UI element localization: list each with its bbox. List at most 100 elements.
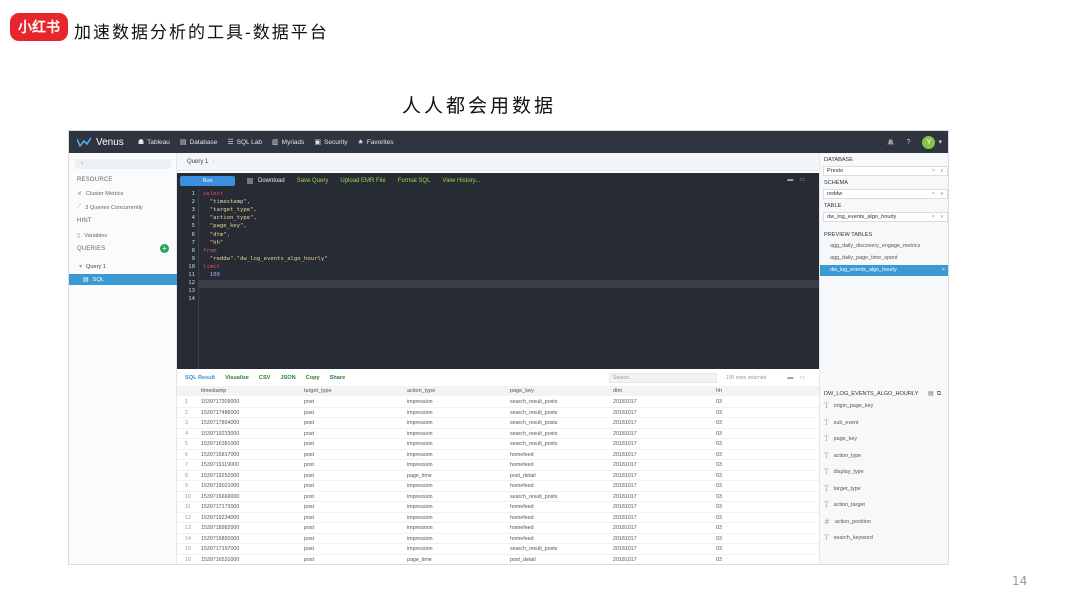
table-row[interactable]: 10 1539716669000 post impression search_resu… xyxy=(177,492,819,502)
nav-myriads[interactable]: ▥ Myriads xyxy=(272,138,304,147)
minimize-icon[interactable]: ▬ xyxy=(787,375,799,381)
table-select[interactable]: dw_log_events_algo_hourly × ∨ xyxy=(823,212,948,222)
column-header[interactable]: timestamp xyxy=(201,388,226,394)
help-icon[interactable]: ? xyxy=(907,139,911,146)
tab-csv[interactable]: CSV xyxy=(259,375,271,381)
avatar[interactable]: Y xyxy=(922,135,936,149)
run-button[interactable]: Run xyxy=(180,175,235,186)
bell-icon[interactable]: 🔔 xyxy=(887,139,894,146)
line-number: 2 xyxy=(191,199,195,206)
table-row[interactable]: 8 1539719252000 post page_time post_detail 20… xyxy=(177,471,819,481)
file-icon: ▤ xyxy=(83,276,89,283)
result-window-controls[interactable]: ▬▭ xyxy=(787,374,811,381)
preview-table-item[interactable]: agg_daily_discovery_engage_metrics xyxy=(830,243,920,249)
column-item[interactable]: Torigin_page_key xyxy=(824,402,873,410)
tab-json[interactable]: JSON xyxy=(280,375,295,381)
table-row[interactable]: 5 1539716381000 post impression search_resul… xyxy=(177,439,819,450)
column-panel-controls[interactable]: ▤⧉ xyxy=(928,390,944,398)
download-button[interactable]: Download xyxy=(247,177,285,184)
tab-visualize[interactable]: Visualize xyxy=(225,375,249,381)
row-index: 5 xyxy=(185,441,188,447)
sql-editor[interactable]: Run Download Save Query Upload EMR File … xyxy=(177,173,819,369)
table-row[interactable]: 3 1539717854000 post impression search_resul… xyxy=(177,418,819,429)
column-item[interactable]: Tsearch_keyword xyxy=(824,534,873,542)
brand[interactable]: Venus xyxy=(77,137,124,148)
line-number: 1 xyxy=(191,191,195,197)
view-history-button[interactable]: View History... xyxy=(442,178,480,184)
table-row[interactable]: 2 1539717486000 post impression search_resul… xyxy=(177,408,819,418)
query-tree-item[interactable]: ▾ Query 1 xyxy=(79,263,106,271)
column-item[interactable]: # action_position xyxy=(824,518,871,526)
queries-concurrently-item[interactable]: ⟋ 3 Queries Concurrently xyxy=(77,204,143,211)
nav-security[interactable]: ▣ Security xyxy=(314,138,347,147)
table-cell: 20181017 xyxy=(613,441,637,447)
format-sql-button[interactable]: Format SQL xyxy=(398,178,431,184)
clear-icon[interactable]: × xyxy=(932,213,935,221)
tab-query-1[interactable]: Query 1 ⁝ xyxy=(187,158,214,165)
database-select[interactable]: Presto × ∨ xyxy=(823,166,948,176)
sql-tree-item[interactable]: ▤ SQL xyxy=(69,274,177,285)
clear-icon[interactable]: × xyxy=(932,167,935,175)
column-item[interactable]: Tsub_event xyxy=(824,419,859,427)
preview-table-item[interactable]: agg_daily_page_time_spent xyxy=(830,255,897,261)
row-index: 10 xyxy=(185,493,191,500)
column-item[interactable]: Tdisplay_type xyxy=(824,468,864,476)
clear-icon[interactable]: × xyxy=(932,190,935,198)
collapse-sidebar-button[interactable]: ‹ xyxy=(75,159,171,169)
column-header[interactable]: hh xyxy=(716,388,722,394)
save-query-button[interactable]: Save Query xyxy=(297,178,329,184)
table-cell: 03 xyxy=(716,556,722,563)
variables-item[interactable]: ▯ Variables xyxy=(77,232,107,240)
table-row[interactable]: 6 1539716817000 post impression homefeed 2018… xyxy=(177,450,819,460)
column-header[interactable]: dtm xyxy=(613,388,622,394)
table-row[interactable]: 12 1539719234000 post impression homefeed 201… xyxy=(177,513,819,523)
table-row[interactable]: 9 1539719021000 post impression homefeed 2018… xyxy=(177,481,819,492)
result-search-input[interactable]: Search... xyxy=(609,373,717,383)
column-item[interactable]: Ttarget_type xyxy=(824,485,861,493)
table-row[interactable]: 11 1539717173000 post impression homefeed 201… xyxy=(177,502,819,513)
list-icon[interactable]: ▤ xyxy=(928,391,937,397)
column-header[interactable]: target_type xyxy=(304,388,332,394)
column-item[interactable]: Tpage_key xyxy=(824,435,857,443)
result-toolbar: SQL Result Visualize CSV JSON Copy Share… xyxy=(177,371,819,385)
table-row[interactable]: 16 1539716531000 post page_time post_detail 2… xyxy=(177,555,819,565)
table-row[interactable]: 4 1539719233000 post impression search_resul… xyxy=(177,429,819,439)
table-cell: search_result_posts xyxy=(510,399,558,405)
cluster-metrics-item[interactable]: ⋞ Cluster Metrics xyxy=(77,190,123,198)
slide-subtitle: 人人都会用数据 xyxy=(402,95,557,117)
minimize-icon[interactable]: ▬ xyxy=(787,177,799,183)
table-row[interactable]: 1 1539717309000 post impression search_resul… xyxy=(177,397,819,408)
table-cell: impression xyxy=(407,535,433,542)
tab-close-icon[interactable]: ⁝ xyxy=(212,159,214,165)
user-menu[interactable]: Y ▾ xyxy=(922,135,942,149)
table-row[interactable]: 15 1539717197000 post impression search_resu… xyxy=(177,544,819,555)
upload-emr-button[interactable]: Upload EMR File xyxy=(340,178,385,184)
preview-table-active[interactable]: dw_log_events_algo_hourly × xyxy=(820,265,948,276)
column-header[interactable]: page_key xyxy=(510,388,534,394)
maximize-icon[interactable]: ▭ xyxy=(799,375,811,381)
text-type-icon: T xyxy=(824,484,829,493)
column-item[interactable]: Taction_target xyxy=(824,501,865,509)
nav-tableau[interactable]: ☗ Tableau xyxy=(138,138,170,147)
column-name: sub_event xyxy=(833,419,859,426)
add-query-button[interactable]: + xyxy=(160,244,169,253)
nav-database[interactable]: ▤ Database xyxy=(180,138,217,147)
tab-sql-result[interactable]: SQL Result xyxy=(185,375,215,381)
nav-sql-lab[interactable]: ☰ SQL Lab xyxy=(227,138,262,147)
nav-favorites[interactable]: ★ Favorites xyxy=(358,138,394,147)
row-index: 16 xyxy=(185,556,191,563)
tab-share[interactable]: Share xyxy=(330,375,346,381)
table-row[interactable]: 13 1539718982000 post impression homefeed 201… xyxy=(177,523,819,534)
table-row[interactable]: 7 1539719119000 post impression homefeed 2018… xyxy=(177,460,819,471)
column-header[interactable]: action_type xyxy=(407,388,435,394)
close-icon[interactable]: × xyxy=(942,265,945,276)
table-row[interactable]: 14 1539716850000 post impression homefeed 201… xyxy=(177,534,819,544)
editor-window-controls[interactable]: ▬▭ xyxy=(787,176,811,183)
maximize-icon[interactable]: ▭ xyxy=(799,177,811,183)
copy-icon[interactable]: ⧉ xyxy=(937,391,944,397)
column-item[interactable]: Taction_type xyxy=(824,452,861,460)
schema-select[interactable]: reddw × ∨ xyxy=(823,189,948,199)
column-name: search_keyword xyxy=(833,535,873,541)
tab-copy[interactable]: Copy xyxy=(306,375,320,381)
query-tabs-bar: Query 1 ⁝ xyxy=(177,153,819,171)
